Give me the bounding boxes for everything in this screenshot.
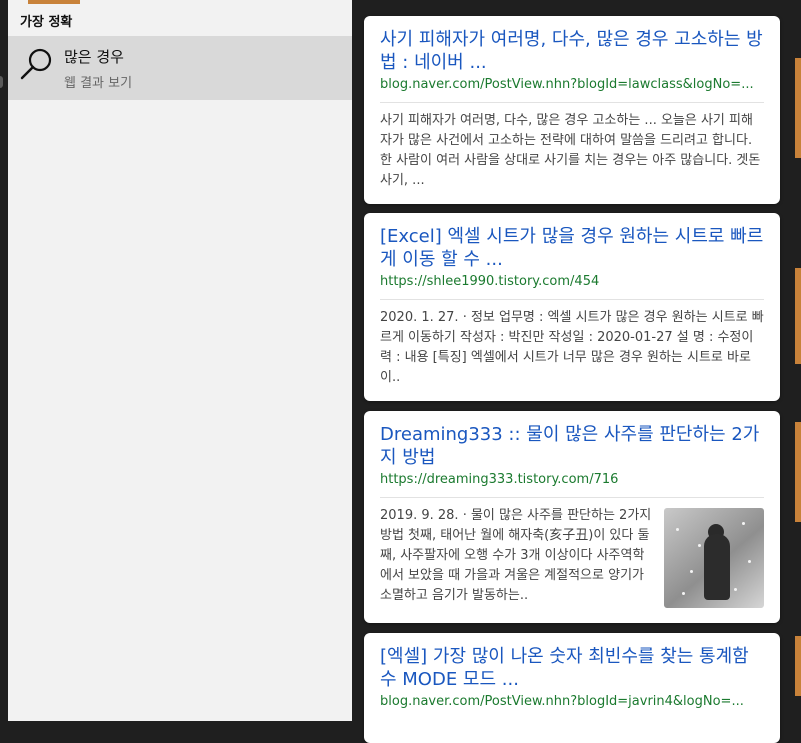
result-card[interactable]: Dreaming333 :: 물이 많은 사주를 판단하는 2가지 방법 htt… <box>364 411 780 623</box>
result-snippet: 2020. 1. 27. · 정보 업무명 : 엑셀 시트가 많은 경우 원하는… <box>380 310 764 385</box>
thumbnail-snowflake <box>682 592 685 595</box>
result-card[interactable]: [엑셀] 가장 많이 나온 숫자 최빈수를 찾는 통계함수 MODE 모드 ..… <box>364 633 780 743</box>
thumbnail-snowflake <box>676 528 679 531</box>
thumbnail-figure <box>704 534 730 600</box>
best-match-header: 가장 정확 <box>20 15 73 30</box>
result-snippet: 2019. 9. 28. · 물이 많은 사주를 판단하는 2가지 방법 첫째,… <box>380 508 652 603</box>
result-divider <box>380 497 764 498</box>
result-title[interactable]: [Excel] 엑셀 시트가 많을 경우 원하는 시트로 빠르게 이동 할 수 … <box>380 225 764 271</box>
thumbnail-snowflake <box>734 588 737 591</box>
search-left-panel: 가장 정확 많은 경우 웹 결과 보기 <box>8 0 352 721</box>
result-divider <box>380 102 764 103</box>
web-results-pane: 사기 피해자가 여러명, 다수, 많은 경우 고소하는 방법 : 네이버 ...… <box>364 0 780 743</box>
result-title[interactable]: [엑셀] 가장 많이 나온 숫자 최빈수를 찾는 통계함수 MODE 모드 ..… <box>380 645 764 691</box>
thumbnail-snowflake <box>748 560 751 563</box>
search-icon <box>20 48 52 80</box>
best-match-subtitle: 웹 결과 보기 <box>64 76 133 91</box>
result-card[interactable]: 사기 피해자가 여러명, 다수, 많은 경우 고소하는 방법 : 네이버 ...… <box>364 16 780 204</box>
result-title[interactable]: 사기 피해자가 여러명, 다수, 많은 경우 고소하는 방법 : 네이버 ... <box>380 28 764 74</box>
thumbnail-snowflake <box>742 522 745 525</box>
edge-accent-stripe <box>795 58 801 158</box>
result-title[interactable]: Dreaming333 :: 물이 많은 사주를 판단하는 2가지 방법 <box>380 423 764 469</box>
result-thumbnail[interactable] <box>664 508 764 608</box>
thumbnail-snowflake <box>690 570 693 573</box>
result-body: 2019. 9. 28. · 물이 많은 사주를 판단하는 2가지 방법 첫째,… <box>380 506 764 608</box>
result-card[interactable]: [Excel] 엑셀 시트가 많을 경우 원하는 시트로 빠르게 이동 할 수 … <box>364 213 780 401</box>
thumbnail-snowflake <box>698 544 701 547</box>
panel-edge-handle <box>0 76 3 88</box>
edge-accent-stripe <box>795 268 801 364</box>
result-url[interactable]: https://dreaming333.tistory.com/716 <box>380 472 764 487</box>
result-snippet: 사기 피해자가 여러명, 다수, 많은 경우 고소하는 ... 오늘은 사기 피… <box>380 113 761 188</box>
result-url[interactable]: blog.naver.com/PostView.nhn?blogId=lawcl… <box>380 77 764 92</box>
result-url[interactable]: https://shlee1990.tistory.com/454 <box>380 274 764 289</box>
best-match-item[interactable]: 많은 경우 웹 결과 보기 <box>8 36 352 100</box>
best-match-title: 많은 경우 <box>64 48 124 66</box>
result-divider <box>380 299 764 300</box>
edge-accent-stripe <box>795 636 801 696</box>
left-accent-bar <box>28 0 80 4</box>
result-url[interactable]: blog.naver.com/PostView.nhn?blogId=javri… <box>380 694 764 709</box>
edge-accent-stripe <box>795 422 801 522</box>
